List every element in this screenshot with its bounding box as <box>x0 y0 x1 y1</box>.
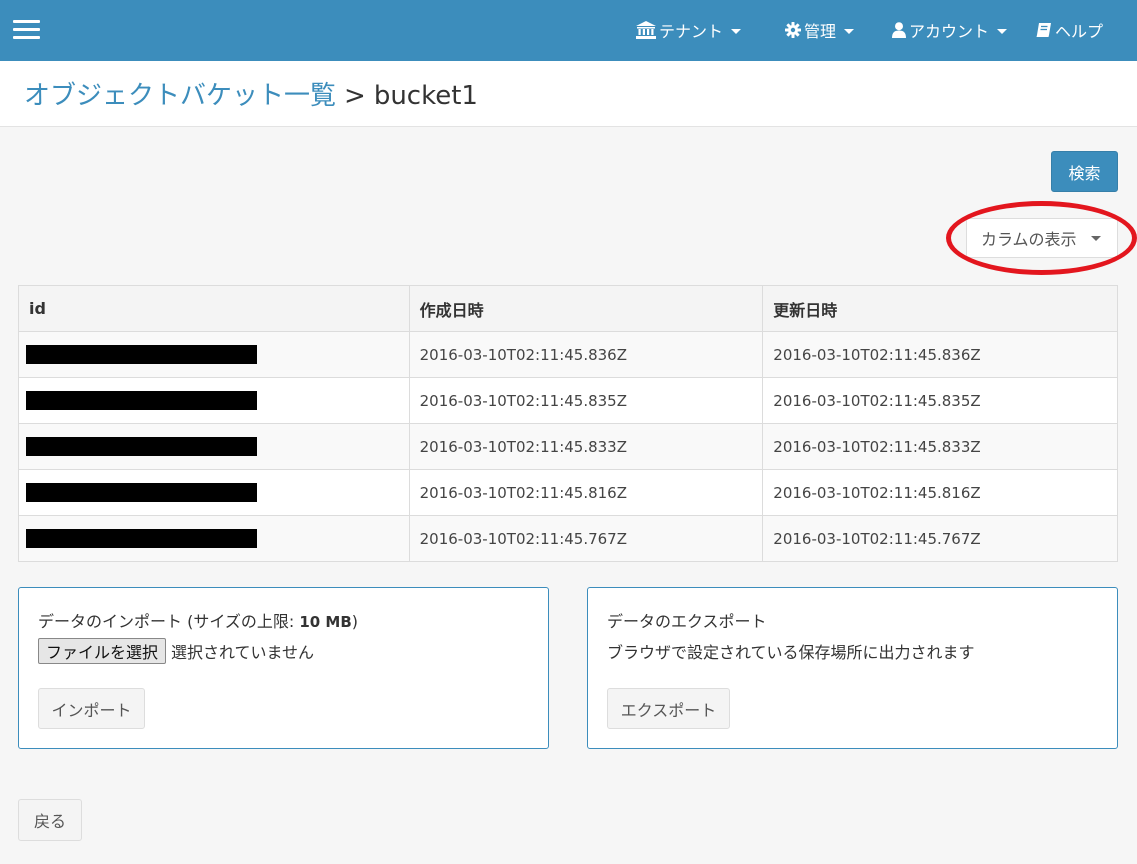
breadcrumb: オブジェクトバケット一覧 > bucket1 <box>24 80 478 112</box>
import-title-text: データのインポート (サイズの上限: <box>38 612 300 631</box>
top-navbar: テナント 管理 アカウント ヘルプ <box>0 0 1137 61</box>
cell-created: 2016-03-10T02:11:45.835Z <box>408 377 764 424</box>
nav-admin-menu[interactable]: 管理 <box>785 18 855 42</box>
cell-updated: 2016-03-10T02:11:45.836Z <box>762 331 1118 378</box>
search-button[interactable]: 検索 <box>1051 151 1118 192</box>
breadcrumb-separator: > <box>344 81 366 111</box>
cell-created: 2016-03-10T02:11:45.816Z <box>408 469 764 516</box>
table-row[interactable]: 2016-03-10T02:11:45.816Z 2016-03-10T02:1… <box>18 469 1118 516</box>
breadcrumb-bucket-list-link[interactable]: オブジェクトバケット一覧 <box>24 81 336 111</box>
redacted-id <box>26 483 257 502</box>
import-panel: データのインポート (サイズの上限: 10 MB) ファイルを選択 選択されてい… <box>18 587 549 749</box>
nav-tenant-menu[interactable]: テナント <box>636 18 742 42</box>
table-row[interactable]: 2016-03-10T02:11:45.835Z 2016-03-10T02:1… <box>18 377 1118 424</box>
cell-updated: 2016-03-10T02:11:45.833Z <box>762 423 1118 470</box>
objects-table: id 作成日時 更新日時 2016-03-10T02:11:45.836Z 20… <box>18 285 1118 562</box>
nav-account-label: アカウント <box>909 22 990 41</box>
chevron-down-icon <box>997 28 1008 34</box>
column-header-created[interactable]: 作成日時 <box>408 285 764 332</box>
cell-created: 2016-03-10T02:11:45.767Z <box>408 515 764 562</box>
book-icon <box>1036 22 1052 38</box>
cell-created: 2016-03-10T02:11:45.836Z <box>408 331 764 378</box>
redacted-id <box>26 437 257 456</box>
cell-id <box>18 331 410 378</box>
content-header: オブジェクトバケット一覧 > bucket1 <box>0 61 1137 127</box>
table-row[interactable]: 2016-03-10T02:11:45.836Z 2016-03-10T02:1… <box>18 331 1118 378</box>
cell-id <box>18 423 410 470</box>
choose-file-button[interactable]: ファイルを選択 <box>38 638 167 664</box>
column-visibility-dropdown[interactable]: カラムの表示 <box>966 218 1118 258</box>
file-input: ファイルを選択 選択されていません <box>38 638 314 664</box>
cell-updated: 2016-03-10T02:11:45.835Z <box>762 377 1118 424</box>
import-title-suffix: ) <box>351 612 359 631</box>
column-header-updated[interactable]: 更新日時 <box>762 285 1118 332</box>
export-description: ブラウザで設定されている保存場所に出力されます <box>607 643 975 662</box>
file-status-text: 選択されていません <box>171 643 315 662</box>
page-title: bucket1 <box>373 81 478 111</box>
import-title: データのインポート (サイズの上限: 10 MB) <box>38 608 358 632</box>
export-title: データのエクスポート <box>607 612 767 631</box>
cell-id <box>18 377 410 424</box>
import-size-limit: 10 MB <box>299 613 352 631</box>
user-icon <box>892 22 906 38</box>
nav-account-menu[interactable]: アカウント <box>892 18 1008 42</box>
cell-updated: 2016-03-10T02:11:45.816Z <box>762 469 1118 516</box>
bank-icon <box>636 21 656 39</box>
export-panel: データのエクスポート ブラウザで設定されている保存場所に出力されます エクスポー… <box>587 587 1118 749</box>
chevron-down-icon <box>1090 235 1101 241</box>
gear-icon <box>785 22 801 38</box>
chevron-down-icon <box>844 28 855 34</box>
cell-id <box>18 515 410 562</box>
chevron-down-icon <box>731 28 742 34</box>
column-visibility-label: カラムの表示 <box>981 230 1077 249</box>
redacted-id <box>26 391 257 410</box>
table-header-row: id 作成日時 更新日時 <box>18 285 1118 332</box>
nav-tenant-label: テナント <box>659 22 724 41</box>
export-button[interactable]: エクスポート <box>607 688 730 729</box>
menu-toggle-icon[interactable] <box>13 20 40 40</box>
table-row[interactable]: 2016-03-10T02:11:45.833Z 2016-03-10T02:1… <box>18 423 1118 470</box>
nav-admin-label: 管理 <box>804 22 837 41</box>
cell-id <box>18 469 410 516</box>
table-row[interactable]: 2016-03-10T02:11:45.767Z 2016-03-10T02:1… <box>18 515 1118 562</box>
import-button[interactable]: インポート <box>38 688 145 729</box>
back-button[interactable]: 戻る <box>18 799 82 841</box>
nav-help-link[interactable]: ヘルプ <box>1036 18 1103 42</box>
redacted-id <box>26 529 257 548</box>
nav-help-label: ヘルプ <box>1055 22 1104 41</box>
cell-created: 2016-03-10T02:11:45.833Z <box>408 423 764 470</box>
redacted-id <box>26 345 257 364</box>
cell-updated: 2016-03-10T02:11:45.767Z <box>762 515 1118 562</box>
column-header-id[interactable]: id <box>18 285 410 332</box>
